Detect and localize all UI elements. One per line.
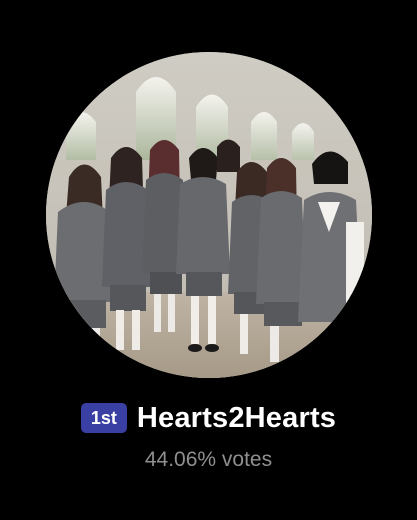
rank-badge: 1st	[80, 403, 127, 433]
vote-percentage: 44.06% votes	[144, 448, 273, 471]
winner-name: Hearts2Hearts	[136, 401, 337, 434]
winner-card: 1st Hearts2Hearts 44.06% votes	[0, 0, 417, 520]
group-photo-avatar	[46, 52, 372, 378]
group-photo-image	[46, 52, 372, 378]
winner-result-row: 1st Hearts2Hearts	[0, 398, 417, 438]
